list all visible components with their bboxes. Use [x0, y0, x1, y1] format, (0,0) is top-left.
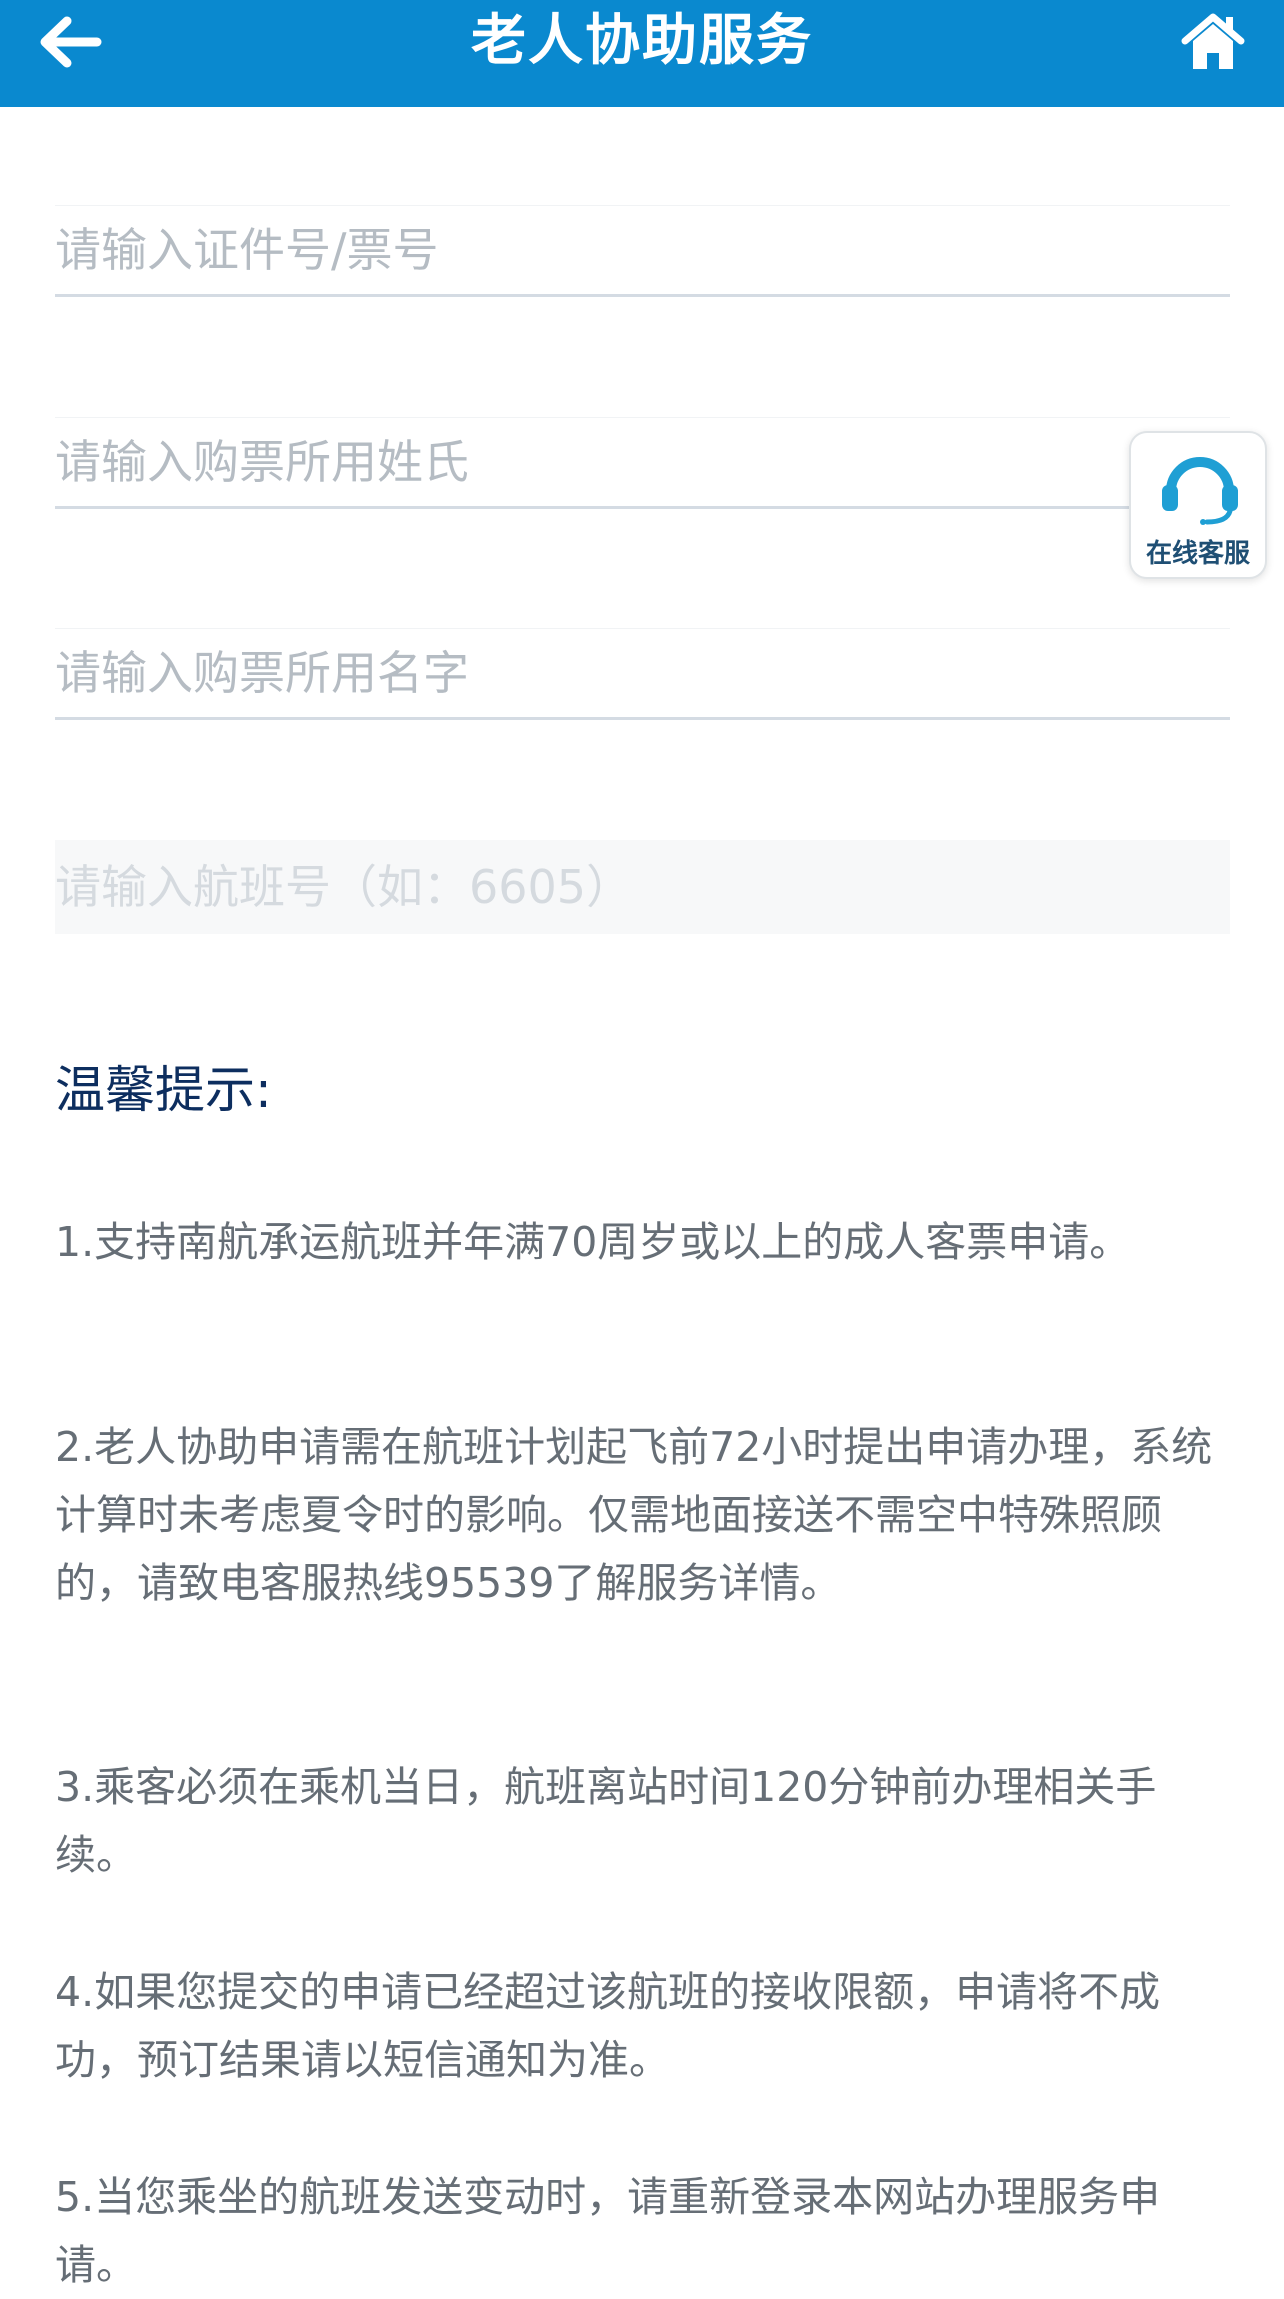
- app-header: 老人协助服务: [0, 0, 1284, 107]
- tips-heading: 温馨提示:: [55, 1061, 272, 1119]
- online-customer-service-button[interactable]: 在线客服: [1129, 431, 1267, 579]
- home-icon: [1181, 13, 1245, 69]
- tip-item-5: 5.当您乘坐的航班发送变动时，请重新登录本网站办理服务申请。: [55, 2173, 1161, 2289]
- arrow-left-icon: [40, 16, 102, 68]
- tip-item-4: 4.如果您提交的申请已经超过该航班的接收限额，申请将不成功，预订结果请以短信通知…: [55, 1968, 1161, 2084]
- back-button[interactable]: [30, 8, 110, 76]
- surname-input[interactable]: [55, 417, 1230, 509]
- customer-service-label: 在线客服: [1145, 539, 1250, 569]
- flight-number-input[interactable]: [55, 840, 1230, 934]
- page-title: 老人协助服务: [470, 8, 813, 72]
- id-ticket-input[interactable]: [55, 205, 1230, 297]
- tip-item-1: 1.支持南航承运航班并年满70周岁或以上的成人客票申请。: [55, 1218, 1131, 1266]
- home-button[interactable]: [1172, 6, 1254, 78]
- tip-item-3: 3.乘客必须在乘机当日，航班离站时间120分钟前办理相关手续。: [55, 1763, 1157, 1879]
- tip-item-2: 2.老人协助申请需在航班计划起飞前72小时提出申请办理，系统计算时未考虑夏令时的…: [55, 1423, 1213, 1607]
- given-name-input[interactable]: [55, 628, 1230, 720]
- headset-icon: [1162, 457, 1238, 525]
